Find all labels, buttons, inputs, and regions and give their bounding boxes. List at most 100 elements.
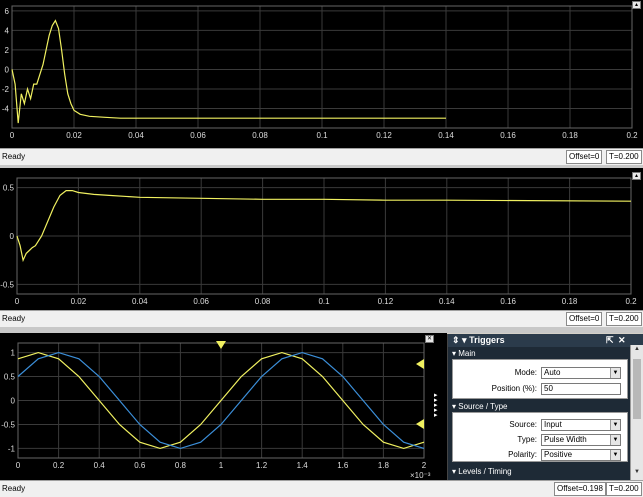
x-multiplier-label: ×10⁻³ [410,471,431,480]
x-tick-label: 0.16 [500,131,516,140]
x-tick-label: 1.8 [378,461,390,470]
x-tick-label: 0.14 [439,297,455,306]
y-tick-label: -4 [2,104,10,113]
y-tick-label: -0.5 [1,420,15,429]
y-tick-label: -2 [2,85,10,94]
level-marker-icon[interactable] [416,419,424,429]
scope3-offset: Offset=0.198 [554,482,606,496]
scroll-up-icon[interactable]: ▲ [632,346,642,355]
x-tick-label: 1 [219,461,224,470]
type-value: Pulse Width [544,435,587,444]
series-line [11,19,446,124]
y-tick-label: 0 [5,65,10,74]
chevron-down-icon: ▼ [610,420,620,430]
x-tick-label: 0.08 [252,131,268,140]
main-section-label: Main [458,349,476,358]
polarity-select[interactable]: Positive ▼ [541,449,621,461]
scope2-svg: 0 0.02 0.04 0.06 0.08 0.1 0.12 0.14 0.16 0.18 0.2 0… [0,177,637,306]
x-tick-label: 0.2 [53,461,65,470]
position-input[interactable]: 50 [541,383,621,395]
close-icon[interactable]: ✕ [618,334,626,347]
position-label: Position (%): [491,384,537,393]
mode-label: Mode: [514,368,537,377]
x-tick-label: 0.16 [500,297,516,306]
source-section-header[interactable]: ▾ Source / Type [452,402,507,411]
x-tick-label: 0.12 [378,297,394,306]
x-tick-label: 0.06 [193,297,209,306]
source-label: Source: [509,420,537,429]
source-select[interactable]: Input ▼ [541,419,621,431]
scroll-thumb[interactable] [633,359,641,419]
triggers-panel: ⇕ ▾ Triggers ⇱ ✕ ▾ Main Mode: Auto ▼ Pos… [447,334,643,480]
scope2-offset: Offset=0 [566,312,603,326]
x-tick-label: 0.12 [376,131,392,140]
x-tick-label: 0.2 [626,131,638,140]
mode-value: Auto [544,368,561,377]
chevron-down-icon: ▼ [610,368,620,378]
scope2-statusbar: Ready Offset=0 T=0.200 [0,310,643,327]
x-tick-label: 0 [16,461,21,470]
chevron-down-icon: ▼ [610,435,620,445]
type-select[interactable]: Pulse Width ▼ [541,434,621,446]
x-tick-label: 0.04 [128,131,144,140]
y-tick-label: 0 [10,232,15,241]
x-tick-label: 0.04 [132,297,148,306]
x-tick-label: 0.2 [625,297,637,306]
x-tick-label: 0.18 [562,131,578,140]
scope1-restore-icon[interactable]: ▴ [632,1,641,9]
undock-icon[interactable]: ⇱ [606,334,614,347]
mode-select[interactable]: Auto ▼ [541,367,621,379]
polarity-value: Positive [544,450,573,459]
source-section: Source: Input ▼ Type: Pulse Width ▼ Pola… [452,412,628,462]
scope3-close-icon[interactable]: ✕ [425,335,434,343]
panel-scrollbar[interactable]: ▲ ▼ [630,345,643,480]
y-tick-label: 0.5 [4,373,16,382]
level-marker-icon[interactable] [416,359,424,369]
x-tick-label: 0.6 [134,461,146,470]
trigger-marker-icon[interactable] [216,341,226,349]
x-tick-label: 0.1 [316,131,328,140]
scope2-plot[interactable]: 0 0.02 0.04 0.06 0.08 0.1 0.12 0.14 0.16 0.18 0.2 0… [0,177,637,306]
y-tick-label: 6 [5,7,10,16]
x-tick-label: 1.2 [256,461,268,470]
scope1-status: Ready [2,152,26,161]
scope3-plot[interactable]: 0 0.2 0.4 0.6 0.8 1 1.2 1.4 1.6 1.8 2 1 0.5 0 -0.5 -1 ×1… [1,342,431,480]
triggers-panel-header: ⇕ ▾ Triggers ⇱ ✕ [448,334,643,347]
y-tick-label: 2 [5,46,10,55]
type-label: Type: [517,435,537,444]
scope3-status: Ready [2,484,26,493]
scope1-offset: Offset=0 [566,150,603,164]
scope1-time: T=0.200 [606,150,642,164]
main-section: Mode: Auto ▼ Position (%): 50 [452,359,628,399]
levels-section-header[interactable]: ▾ Levels / Timing [452,467,512,476]
scope2-restore-icon[interactable]: ▴ [632,172,641,180]
x-tick-label: 0.06 [190,131,206,140]
levels-section-label: Levels / Timing [458,467,512,476]
x-tick-label: 0.8 [175,461,187,470]
scope1-statusbar: Ready Offset=0 T=0.200 [0,148,643,165]
y-tick-label: 0.5 [3,184,15,193]
collapse-icon[interactable]: ⇕ ▾ [452,335,469,345]
x-tick-label: 0.18 [562,297,578,306]
polarity-label: Polarity: [508,450,537,459]
x-tick-label: 0.02 [66,131,82,140]
x-tick-label: 0 [15,297,20,306]
scope1-svg: 0 0.02 0.04 0.06 0.08 0.1 0.12 0.14 0.16 0.18 0.2 6… [2,5,638,140]
y-tick-label: 4 [5,26,10,35]
x-tick-label: 0.1 [318,297,330,306]
scope1-plot[interactable]: 0 0.02 0.04 0.06 0.08 0.1 0.12 0.14 0.16 0.18 0.2 6… [2,5,638,140]
y-tick-label: -0.5 [0,280,14,289]
scope2-status: Ready [2,314,26,323]
source-section-label: Source / Type [458,402,508,411]
main-section-header[interactable]: ▾ Main [452,349,476,358]
scope3-svg: 0 0.2 0.4 0.6 0.8 1 1.2 1.4 1.6 1.8 2 1 0.5 0 -0.5 -1 ×1… [1,342,431,480]
y-tick-label: 1 [11,349,16,358]
scope3-statusbar: Ready Offset=0.198 T=0.200 [0,480,643,497]
x-tick-label: 1.4 [297,461,309,470]
scope2-time: T=0.200 [606,312,642,326]
triggers-title: Triggers [469,335,505,345]
x-tick-label: 0.14 [438,131,454,140]
expand-panel-icon[interactable]: ▸ ▸ ▸ ▸ ▸ [434,392,438,419]
x-tick-label: 1.6 [337,461,349,470]
scroll-down-icon[interactable]: ▼ [632,469,642,478]
